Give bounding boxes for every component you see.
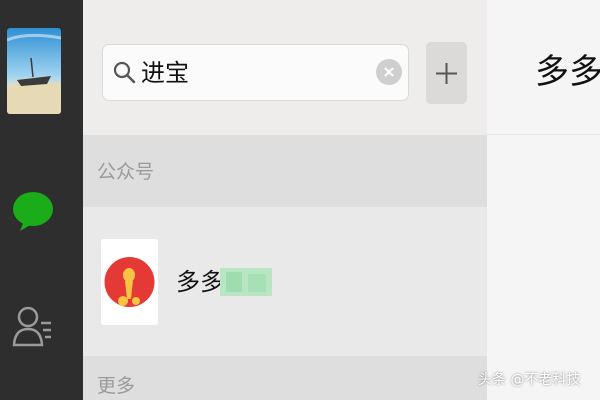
section-label: 更多 (97, 375, 136, 397)
section-header-public-accounts: 公众号 (83, 135, 487, 207)
clear-icon[interactable] (376, 59, 402, 85)
search-panel: 进宝 公众号 多多 更多 (83, 0, 487, 400)
chat-header: 多多 (487, 0, 600, 135)
contacts-icon[interactable] (11, 305, 53, 351)
watermark: 头条 @不老科技 (478, 372, 581, 388)
add-button[interactable] (426, 42, 467, 104)
account-name: 多多 (176, 268, 224, 296)
plus-icon (436, 63, 457, 84)
chat-icon[interactable] (10, 188, 56, 234)
chat-title: 多多 (535, 52, 600, 92)
section-header-more: 更多 (83, 356, 487, 400)
chat-area: 多多 (487, 0, 600, 400)
list-item[interactable]: 多多 (83, 207, 487, 356)
wechat-window: 进宝 公众号 多多 更多 多多 头条 @不老科技 (0, 0, 600, 400)
account-avatar (101, 239, 158, 325)
section-label: 公众号 (97, 161, 155, 183)
search-header: 进宝 (83, 0, 487, 135)
search-icon (111, 59, 139, 87)
search-input-value: 进宝 (141, 59, 189, 87)
user-avatar[interactable] (7, 28, 61, 114)
search-input[interactable]: 进宝 (102, 44, 409, 101)
blur-mask (220, 268, 272, 296)
navigation-bar (0, 0, 83, 400)
